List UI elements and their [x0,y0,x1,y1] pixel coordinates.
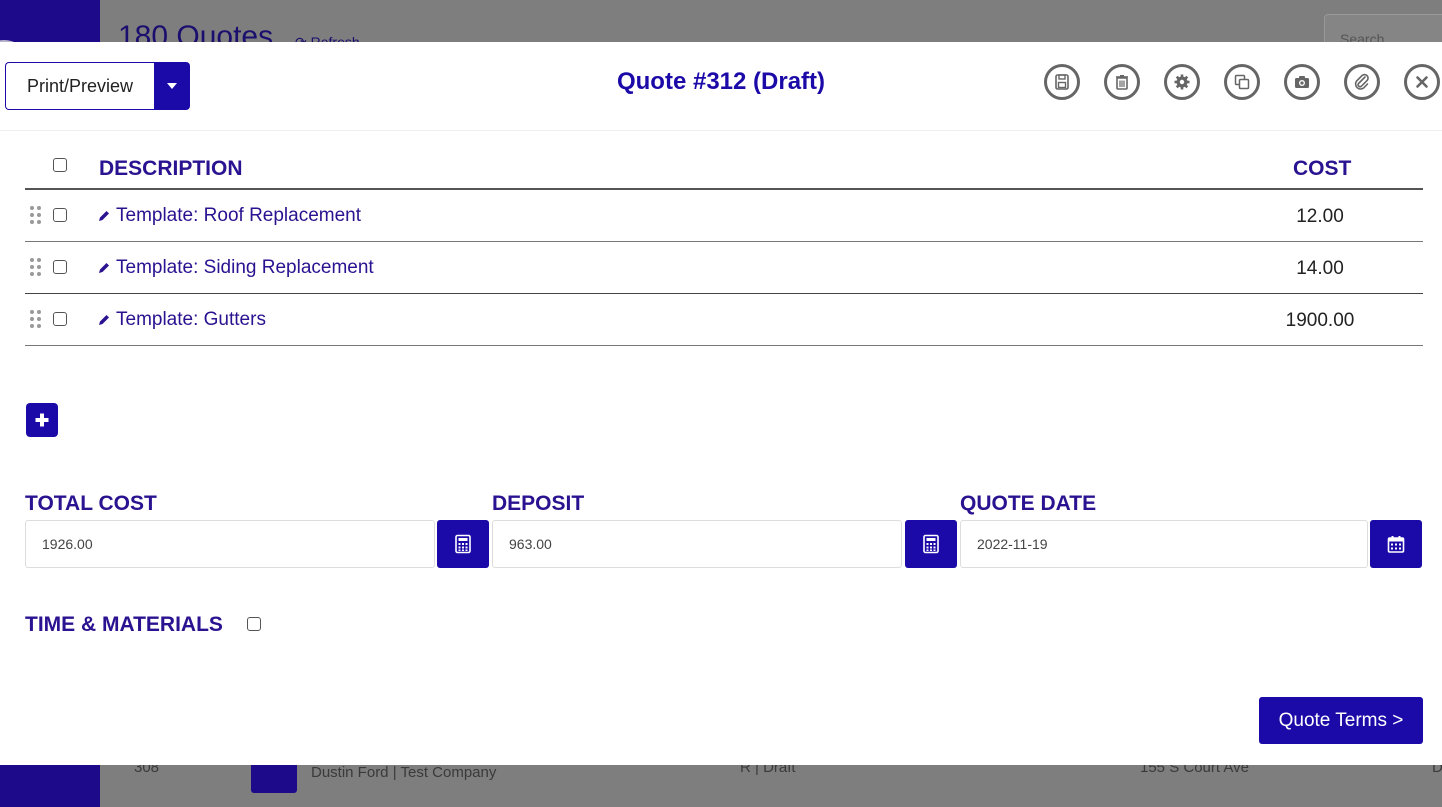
time-materials-label: TIME & MATERIALS [25,613,223,636]
table-row: Template: Siding Replacement 14.00 [25,242,1423,294]
gear-icon[interactable] [1164,64,1200,100]
row-description-link[interactable]: Template: Siding Replacement [97,257,374,279]
calculator-icon [455,534,471,554]
row-checkbox[interactable] [53,208,67,227]
drag-handle-icon[interactable] [30,310,42,330]
column-header-description: DESCRIPTION [99,157,243,180]
header-actions [1044,64,1440,100]
pencil-icon [99,315,109,325]
total-cost-input[interactable]: 1926.00 [25,520,435,568]
quote-date-label: QUOTE DATE [960,492,1097,515]
row-cost: 12.00 [1296,206,1344,227]
row-description-link[interactable]: Template: Gutters [97,309,266,331]
row-checkbox[interactable] [53,312,67,331]
quote-terms-button[interactable]: Quote Terms > [1259,697,1423,744]
row-checkbox[interactable] [53,260,67,279]
copy-icon[interactable] [1224,64,1260,100]
deposit-calculator-button[interactable] [905,520,957,568]
calculator-icon [923,534,939,554]
table-row: Template: Gutters 1900.00 [25,294,1423,346]
deposit-label: DEPOSIT [492,492,585,515]
trash-icon[interactable] [1104,64,1140,100]
row-description: Template: Gutters [116,309,266,330]
camera-icon[interactable] [1284,64,1320,100]
row-cost: 14.00 [1296,258,1344,279]
select-all-checkbox[interactable] [53,158,67,177]
row-description: Template: Roof Replacement [116,205,362,226]
background-customer: Dustin Ford | Test Company [311,764,497,781]
line-items-table: DESCRIPTION COST Template: Roof Replacem… [25,150,1423,346]
column-header-cost: COST [1293,157,1352,180]
table-row: Template: Roof Replacement 12.00 [25,190,1423,242]
drag-handle-icon[interactable] [30,206,42,226]
time-materials-checkbox[interactable] [247,617,261,636]
total-cost-calculator-button[interactable] [437,520,489,568]
add-line-item-button[interactable] [26,403,58,437]
total-cost-label: TOTAL COST [25,492,157,515]
drag-handle-icon[interactable] [30,258,42,278]
pencil-icon [99,263,109,273]
row-description-link[interactable]: Template: Roof Replacement [97,205,361,227]
row-cost: 1900.00 [1285,310,1355,331]
close-icon[interactable] [1404,64,1440,100]
modal-header: Print/Preview Quote #312 (Draft) [0,42,1442,131]
table-header: DESCRIPTION COST [25,150,1423,190]
save-icon[interactable] [1044,64,1080,100]
deposit-input[interactable]: 963.00 [492,520,902,568]
plus-icon [35,413,49,427]
pencil-icon [99,211,109,221]
paperclip-icon[interactable] [1344,64,1380,100]
quote-date-picker-button[interactable] [1370,520,1422,568]
quote-date-input[interactable]: 2022-11-19 [960,520,1368,568]
calendar-icon [1387,536,1405,553]
row-description: Template: Siding Replacement [116,257,374,278]
